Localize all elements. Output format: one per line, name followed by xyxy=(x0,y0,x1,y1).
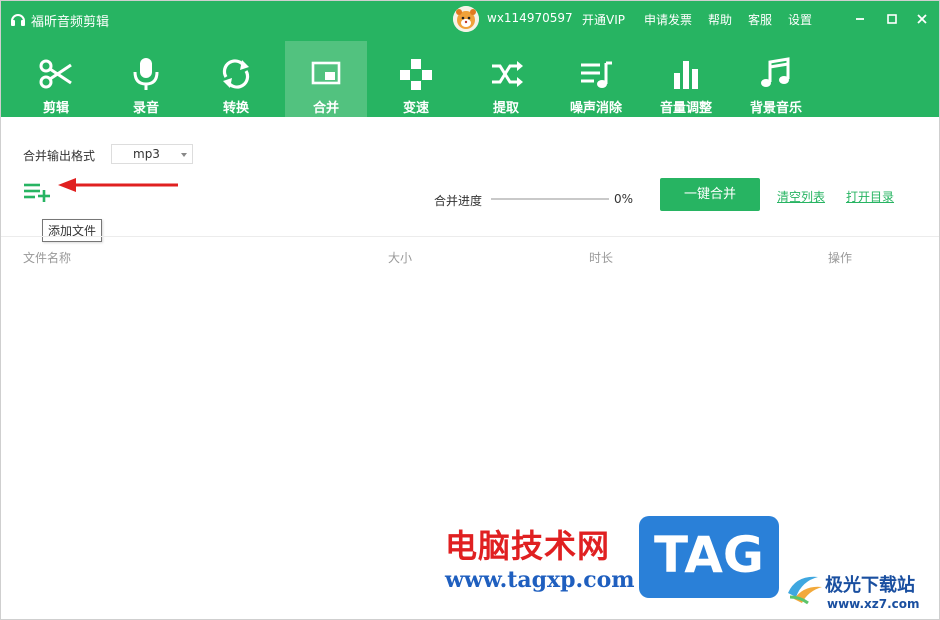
tab-label: 录音 xyxy=(132,101,159,116)
tab-extract[interactable]: 提取 xyxy=(465,47,547,117)
aurora-logo-icon xyxy=(788,576,822,605)
watermark-tag-logo: TAG xyxy=(639,516,779,598)
column-header-duration: 时长 xyxy=(589,251,614,265)
progress-bar xyxy=(491,198,609,200)
tab-label: 转换 xyxy=(222,101,249,116)
tab-noise[interactable]: 噪声消除 xyxy=(555,47,637,117)
tab-label: 噪声消除 xyxy=(569,101,622,116)
invoice-link[interactable]: 申请发票 xyxy=(644,11,692,28)
tab-merge[interactable]: 合并 xyxy=(285,41,367,117)
app-logo-icon xyxy=(11,14,25,26)
microphone-icon xyxy=(133,58,159,90)
close-icon[interactable] xyxy=(914,11,930,27)
extract-icon xyxy=(492,61,523,87)
open-dir-link[interactable]: 打开目录 xyxy=(846,188,894,205)
add-file-tooltip: 添加文件 xyxy=(42,219,103,242)
red-arrow-annotation xyxy=(58,178,178,192)
tab-convert[interactable]: 转换 xyxy=(195,47,277,117)
tab-label: 背景音乐 xyxy=(749,101,802,116)
watermark-url: www.tagxp.com xyxy=(445,567,635,593)
tab-label: 剪辑 xyxy=(42,101,69,116)
settings-link[interactable]: 设置 xyxy=(788,11,812,28)
format-label: 合并输出格式 xyxy=(23,149,96,163)
avatar[interactable] xyxy=(453,6,479,32)
open-vip-link[interactable]: 开通VIP xyxy=(582,11,625,28)
clear-list-link[interactable]: 清空列表 xyxy=(777,188,825,205)
merge-icon xyxy=(311,61,341,85)
tab-label: 变速 xyxy=(402,101,429,116)
tab-record[interactable]: 录音 xyxy=(105,47,187,117)
divider xyxy=(1,236,939,237)
format-value: mp3 xyxy=(133,147,160,161)
tab-speed[interactable]: 变速 xyxy=(375,47,457,117)
tab-label: 提取 xyxy=(492,101,519,116)
tab-label: 合并 xyxy=(312,101,339,116)
tab-label: 音量调整 xyxy=(659,101,712,116)
username[interactable]: wx114970597 xyxy=(487,11,573,25)
music-icon xyxy=(761,57,790,87)
merge-button[interactable]: 一键合并 xyxy=(660,178,760,211)
minimize-icon[interactable] xyxy=(852,11,868,27)
tiger-avatar-icon xyxy=(453,6,479,32)
progress-percent: 0% xyxy=(614,192,634,206)
column-header-name: 文件名称 xyxy=(23,251,72,265)
help-link[interactable]: 帮助 xyxy=(708,11,732,28)
tab-cut[interactable]: 剪辑 xyxy=(15,47,97,117)
tab-volume[interactable]: 音量调整 xyxy=(645,47,727,117)
watermark-site-name: 极光下载站 xyxy=(825,575,915,596)
scissors-icon xyxy=(39,59,72,89)
maximize-icon[interactable] xyxy=(884,11,900,27)
chevron-down-icon xyxy=(181,153,187,157)
app-title: 福昕音频剪辑 xyxy=(31,15,110,30)
speed-icon xyxy=(400,59,432,90)
app-window: 福昕音频剪辑 wx114970597 开通VIP 申请发票 帮助 客服 设置 剪… xyxy=(0,0,940,620)
convert-icon xyxy=(222,59,250,89)
noise-icon xyxy=(581,61,612,88)
volume-icon xyxy=(674,61,698,89)
tab-bgm[interactable]: 背景音乐 xyxy=(735,47,817,117)
title-bar: 福昕音频剪辑 wx114970597 开通VIP 申请发票 帮助 客服 设置 xyxy=(1,1,939,37)
watermark-cn-text: 电脑技术网 xyxy=(445,527,611,565)
column-header-size: 大小 xyxy=(388,251,413,265)
watermark-site-url: www.xz7.com xyxy=(827,597,920,611)
progress-label: 合并进度 xyxy=(434,194,483,208)
column-header-action: 操作 xyxy=(828,251,853,265)
format-select[interactable]: mp3 xyxy=(111,144,193,164)
top-bar: 福昕音频剪辑 wx114970597 开通VIP 申请发票 帮助 客服 设置 剪… xyxy=(1,1,939,117)
add-file-icon[interactable] xyxy=(23,181,51,203)
service-link[interactable]: 客服 xyxy=(748,11,772,28)
watermark-tag-text: TAG xyxy=(654,526,764,584)
feature-tabs: 剪辑 录音 转换 合并 变速 提取 噪声消除 音量调整 背景音乐 xyxy=(1,37,939,117)
